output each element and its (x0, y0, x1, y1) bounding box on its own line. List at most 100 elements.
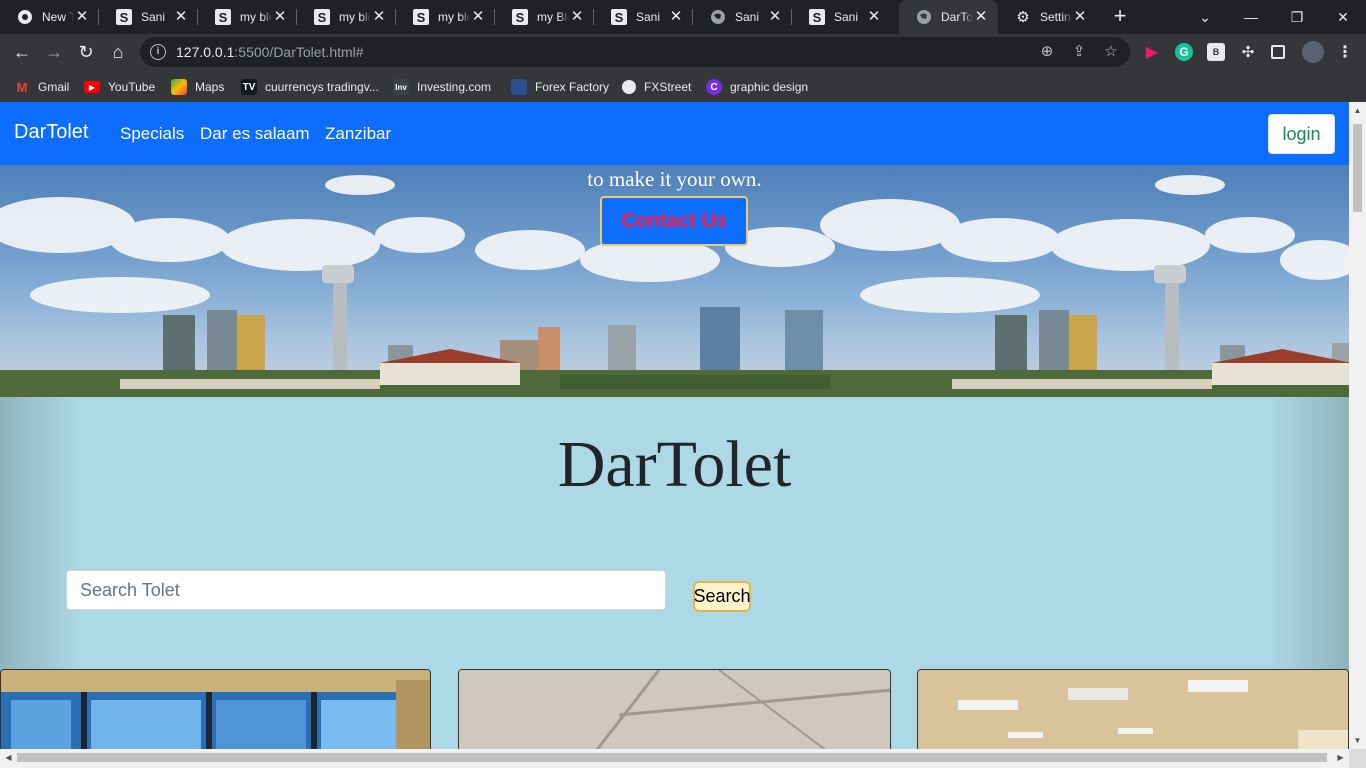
vertical-scroll-thumb[interactable] (1353, 124, 1362, 212)
tradingview-icon: TV (241, 79, 257, 95)
scroll-up-icon[interactable]: ▲ (1349, 102, 1366, 119)
tab-sani[interactable]: Sani ✕ (693, 0, 792, 34)
tab-title: my blog (240, 10, 272, 24)
star-icon[interactable]: ☆ (1102, 43, 1120, 61)
scroll-down-icon[interactable]: ▼ (1349, 732, 1366, 749)
investing-icon: Inv (393, 79, 409, 95)
listing-image (1, 670, 430, 749)
nav-link-zanzibar[interactable]: Zanzibar (325, 124, 391, 144)
reload-button[interactable]: ↻ (72, 38, 100, 66)
site-navbar: DarTolet Specials Dar es salaam Zanzibar… (0, 102, 1349, 165)
chrome-icon (17, 9, 33, 25)
s-icon: S (809, 9, 825, 25)
gmail-icon: M (16, 79, 28, 95)
tab-search-button[interactable]: ⌄ (1182, 0, 1228, 34)
bookmark-label: Investing.com (417, 80, 492, 94)
bookmark-forex-factory[interactable]: Forex Factory (511, 77, 609, 97)
horizontal-scroll-thumb[interactable] (17, 753, 1327, 762)
globe-icon (710, 9, 726, 25)
bookmark-graphic-design[interactable]: C graphic design (706, 77, 808, 97)
site-brand[interactable]: DarTolet (14, 121, 88, 144)
vertical-scrollbar[interactable]: ▲ ▼ (1349, 102, 1366, 749)
address-bar[interactable]: i 127.0.0.1:5500/DarTolet.html# ⊕ ⇪ ☆ (140, 37, 1130, 67)
bookmark-gmail[interactable]: M Gmail (14, 77, 70, 97)
close-icon[interactable]: ✕ (272, 9, 288, 25)
bookmark-investing[interactable]: Inv Investing.com (393, 77, 491, 97)
tab-dartolet[interactable]: DarTolet ✕ (899, 0, 998, 34)
menu-icon[interactable]: ⋮ (1336, 43, 1354, 61)
minimize-button[interactable]: — (1228, 0, 1274, 34)
tab-my-blog[interactable]: S my blog ✕ (396, 0, 495, 34)
globe-icon (916, 9, 932, 25)
forward-button[interactable]: → (40, 38, 68, 66)
home-button[interactable]: ⌂ (104, 38, 132, 66)
login-button[interactable]: login (1268, 114, 1335, 154)
s-icon: S (611, 9, 627, 25)
ext-play-icon[interactable]: ▶ (1143, 43, 1161, 61)
close-icon[interactable]: ✕ (668, 9, 684, 25)
close-icon[interactable]: ✕ (371, 9, 387, 25)
tab-title: DarTolet (941, 10, 973, 24)
avatar[interactable] (1302, 41, 1324, 63)
scroll-right-icon[interactable]: ▶ (1332, 749, 1349, 766)
nav-link-specials[interactable]: Specials (120, 124, 184, 144)
s-icon: S (116, 9, 132, 25)
search-input[interactable] (66, 570, 666, 610)
new-tab-button[interactable]: + (1108, 5, 1132, 29)
listing-card[interactable] (458, 669, 891, 749)
side-panel-icon[interactable] (1271, 45, 1285, 59)
tab-title: my Blog (537, 10, 569, 24)
s-icon: S (512, 9, 528, 25)
nav-link-dar-es-salaam[interactable]: Dar es salaam (200, 124, 310, 144)
close-icon[interactable]: ✕ (767, 9, 783, 25)
tab-sani[interactable]: S Sani ✕ (99, 0, 198, 34)
listing-image (459, 670, 890, 749)
close-icon[interactable]: ✕ (866, 9, 882, 25)
share-icon[interactable]: ⇪ (1070, 43, 1088, 61)
listing-image (918, 670, 1348, 749)
bookmark-fxstreet[interactable]: FXStreet (622, 77, 691, 97)
tab-title: my blog (438, 10, 470, 24)
close-icon[interactable]: ✕ (74, 9, 90, 25)
tab-title: Sani (834, 10, 859, 24)
bookmark-maps[interactable]: Maps (171, 77, 224, 97)
url-text[interactable]: 127.0.0.1:5500/DarTolet.html# (176, 44, 364, 60)
bookmark-label: YouTube (108, 80, 156, 94)
back-button[interactable]: ← (8, 38, 36, 66)
info-icon[interactable]: i (150, 44, 166, 60)
listing-card[interactable] (0, 669, 431, 749)
close-window-button[interactable]: ✕ (1320, 0, 1366, 34)
tab-new-tab[interactable]: New Tab ✕ (0, 0, 99, 34)
close-icon[interactable]: ✕ (569, 9, 585, 25)
restore-button[interactable]: ❐ (1274, 0, 1320, 34)
maps-icon (171, 79, 187, 95)
tab-strip: New Tab ✕ S Sani ✕ S my blog ✕ S my blog… (0, 0, 1366, 34)
close-icon[interactable]: ✕ (173, 9, 189, 25)
bookmark-label: cuurrencys tradingv... (265, 80, 379, 94)
extensions-icon[interactable]: ✣ (1239, 43, 1257, 61)
scroll-left-icon[interactable]: ◀ (0, 749, 17, 766)
hero-tagline: to make it your own. (587, 167, 762, 191)
tab-sani[interactable]: S Sani ✕ (792, 0, 891, 34)
close-icon[interactable]: ✕ (973, 9, 989, 25)
tab-sani[interactable]: S Sani ✕ (594, 0, 693, 34)
url-path: :5500/DarTolet.html# (234, 44, 364, 60)
tab-my-blog[interactable]: S my Blog ✕ (495, 0, 594, 34)
ext-grammarly-icon[interactable]: G (1175, 43, 1193, 61)
close-icon[interactable]: ✕ (470, 9, 486, 25)
tab-my-blog[interactable]: S my blog ✕ (297, 0, 396, 34)
close-icon[interactable]: ✕ (1072, 9, 1088, 25)
horizontal-scrollbar[interactable]: ◀ ▶ (0, 749, 1349, 766)
forex-factory-icon (511, 79, 527, 95)
listing-card[interactable] (917, 669, 1349, 749)
search-button[interactable]: Search (693, 581, 751, 612)
bookmark-youtube[interactable]: ▶ YouTube (84, 77, 155, 97)
bookmark-tradingview[interactable]: TV cuurrencys tradingv... (241, 77, 379, 97)
tab-title: Sani (636, 10, 661, 24)
ext-b-icon[interactable]: B (1207, 43, 1225, 61)
contact-us-button[interactable]: Contact Us (600, 196, 748, 246)
tab-title: Settings (1040, 10, 1072, 24)
zoom-icon[interactable]: ⊕ (1038, 43, 1056, 61)
tab-my-blog[interactable]: S my blog ✕ (198, 0, 297, 34)
tab-settings[interactable]: ⚙ Settings ✕ (998, 0, 1097, 34)
